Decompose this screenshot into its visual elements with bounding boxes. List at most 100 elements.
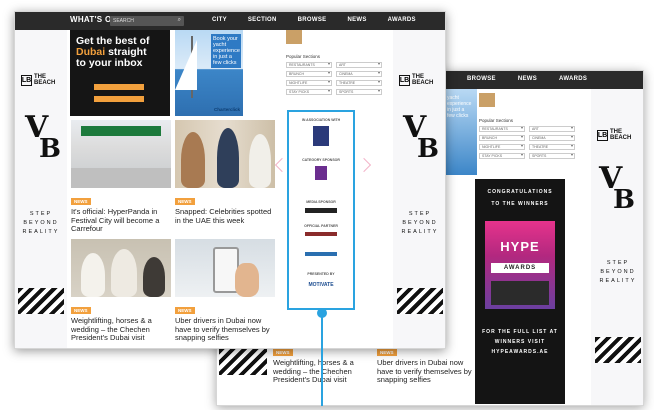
nav-city[interactable]: CITY [212, 17, 227, 23]
back-boat-ad[interactable]: yacht experience in just a few clicks [445, 89, 477, 175]
back-dd-nightlife[interactable]: NIGHTLIFE [479, 144, 525, 150]
person-2 [217, 128, 239, 188]
back-boat-text-4: few clicks [447, 113, 469, 119]
charterclick-logo: Charterclick [213, 107, 240, 112]
screenshot-composite: BROWSE NEWS AWARDS yacht experience in j… [0, 0, 654, 410]
nav-section[interactable]: SECTION [248, 17, 277, 23]
sponsor-label-2: CATEGORY SPONSOR [302, 158, 340, 162]
back-dd-restaurants[interactable]: RESTAURANTS [479, 126, 525, 132]
left-sidebar-ad[interactable]: LB THE BEACH V B STEP BEYOND REALITY [15, 30, 67, 348]
back-right-sidebar-ad[interactable]: LB THE BEACH V B STEP BEYOND REALITY [591, 89, 643, 405]
store-sign [81, 126, 161, 136]
card-1[interactable]: NEWS It's official: HyperPanda in Festiv… [71, 190, 171, 234]
awards-poster[interactable]: CONGRATULATIONS TO THE WINNERS HYPE AWAR… [475, 179, 565, 404]
back-dd-brunch[interactable]: BRUNCH [479, 135, 525, 141]
dropdown-nightlife[interactable]: NIGHTLIFE [286, 80, 332, 86]
dropdown-brunch[interactable]: BRUNCH [286, 71, 332, 77]
person-5 [111, 249, 137, 297]
back-vb-logo-b: B [613, 185, 635, 215]
newsletter-banner[interactable]: Get the best of Dubai straight to your i… [70, 30, 170, 116]
card-2-image[interactable] [175, 120, 275, 188]
yacht-ad-text: Book your yacht experience in just a few… [211, 34, 241, 68]
nav-news[interactable]: NEWS [347, 17, 366, 23]
nav-browse[interactable]: BROWSE [298, 17, 327, 23]
back-dd-staypicks[interactable]: STAY PICKS [479, 153, 525, 159]
yacht-ad[interactable]: Book your yacht experience in just a few… [175, 30, 243, 116]
right-sidebar-ad[interactable]: LB THE BEACH V B STEP BEYOND REALITY [393, 30, 445, 348]
beach-beach: BEACH [34, 80, 56, 86]
motivate-logo: MOTIVATE [308, 282, 334, 288]
person-3 [249, 134, 271, 188]
card-3-title[interactable]: Weightlifting, horses & a wedding – the … [71, 316, 171, 343]
card-1-image[interactable] [71, 120, 171, 188]
search-icon[interactable]: ⌕ [178, 17, 181, 24]
poster-cta1: FOR THE FULL LIST AT [482, 329, 558, 335]
sponsor-logo-4 [305, 232, 337, 236]
sponsors-highlight-box[interactable]: IN ASSOCIATION WITH CATEGORY SPONSOR MED… [287, 110, 355, 310]
back-left-stripes [219, 349, 267, 375]
card-3-image[interactable] [71, 239, 171, 297]
dropdown-art[interactable]: ART [336, 62, 382, 68]
card-4-title[interactable]: Uber drivers in Dubai now have to verify… [175, 316, 275, 343]
step-beyond-reality-text: STEP BEYOND REALITY [22, 211, 60, 235]
card-3[interactable]: NEWS Weightlifting, horses & a wedding –… [71, 299, 171, 343]
popular-sections-title: Popular Sections [286, 54, 321, 59]
card-1-tag: NEWS [71, 198, 91, 205]
newsletter-email-field[interactable] [94, 84, 144, 90]
card-3-tag: NEWS [71, 307, 91, 314]
person-1 [181, 132, 205, 188]
back-nav-news[interactable]: NEWS [518, 76, 537, 82]
back-card-1-title[interactable]: Weightlifting, horses & a wedding – the … [273, 358, 373, 385]
beach-logo: LB THE BEACH [21, 74, 55, 86]
back-dd-art[interactable]: ART [529, 126, 575, 132]
sponsor-label-3: MEDIA SPONSOR [306, 200, 336, 204]
card-2-tag: NEWS [175, 198, 195, 205]
card-4-image[interactable] [175, 239, 275, 297]
vb-logo-b: B [39, 134, 61, 164]
card-1-title[interactable]: It's official: HyperPanda in Festival Ci… [71, 207, 171, 234]
dropdown-theatre[interactable]: THEATRE [336, 80, 382, 86]
poster-line2: TO THE WINNERS [491, 201, 549, 207]
left-stripes-graphic [18, 288, 64, 314]
sponsor-logo-3 [305, 208, 337, 213]
hype-awards-image: HYPE AWARDS [485, 221, 555, 309]
dropdown-cinema[interactable]: CINEMA [336, 71, 382, 77]
top-nav-bar: WHAT'S ON SEARCH ⌕ CITY SECTION BROWSE N… [15, 12, 445, 30]
newsletter-signup-button[interactable] [94, 96, 144, 102]
sponsor-label-5: PRESENTED BY [307, 272, 335, 276]
hand-graphic [235, 263, 259, 297]
poster-cta2: WINNERS VISIT [494, 339, 546, 345]
nav-awards[interactable]: AWARDS [388, 17, 416, 23]
back-popular-title: Popular Sections [479, 118, 514, 123]
highlight-connector-line [321, 313, 323, 406]
back-dd-cinema[interactable]: CINEMA [529, 135, 575, 141]
right-vb-logo-b: B [417, 134, 439, 164]
card-4[interactable]: NEWS Uber drivers in Dubai now have to v… [175, 299, 275, 343]
back-nav-awards[interactable]: AWARDS [559, 76, 587, 82]
awards-text: AWARDS [491, 263, 549, 273]
search-placeholder: SEARCH [113, 18, 134, 24]
back-dd-sports[interactable]: SPORTS [529, 153, 575, 159]
back-card-2-title[interactable]: Uber drivers in Dubai now have to verify… [377, 358, 473, 385]
back-card-2-tag: NEWS [377, 349, 397, 356]
article-thumb[interactable] [286, 30, 302, 44]
sponsor-logo-2 [315, 166, 327, 180]
dropdown-sports[interactable]: SPORTS [336, 89, 382, 95]
beach-mark: LB [21, 74, 32, 86]
front-browser-window: WHAT'S ON SEARCH ⌕ CITY SECTION BROWSE N… [14, 11, 446, 349]
dropdown-staypicks[interactable]: STAY PICKS [286, 89, 332, 95]
back-nav-browse[interactable]: BROWSE [467, 76, 496, 82]
right-beach-logo: LB THE BEACH [399, 74, 434, 86]
back-card-1-tag: NEWS [273, 349, 293, 356]
sponsor-logo-5 [305, 252, 337, 256]
poster-line1: CONGRATULATIONS [487, 189, 553, 195]
back-step-text: STEP BEYOND REALITY [599, 260, 637, 284]
card-2[interactable]: NEWS Snapped: Celebrities spotted in the… [175, 190, 275, 225]
yacht-sail [175, 40, 197, 90]
card-2-title[interactable]: Snapped: Celebrities spotted in the UAE … [175, 207, 275, 225]
search-input[interactable]: SEARCH ⌕ [110, 16, 184, 26]
event-photo [491, 281, 549, 305]
back-dd-theatre[interactable]: THEATRE [529, 144, 575, 150]
back-popular-sections: Popular Sections RESTAURANTS ART BRUNCH CI… [479, 93, 589, 162]
dropdown-restaurants[interactable]: RESTAURANTS [286, 62, 332, 68]
